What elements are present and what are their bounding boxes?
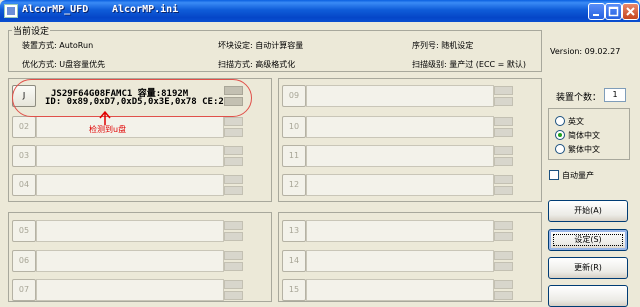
progress-bar xyxy=(224,175,243,184)
scan-level-text: 扫描级别: 量产过 (ECC = 默认) xyxy=(412,60,527,69)
start-button[interactable]: 开始(A) xyxy=(548,200,628,222)
progress-bar xyxy=(494,291,513,300)
progress-bar xyxy=(224,128,243,137)
minimize-button[interactable] xyxy=(588,3,605,20)
progress-bar xyxy=(494,186,513,195)
device-info-field xyxy=(306,174,494,196)
config-file-name: AlcorMP.ini xyxy=(112,4,179,15)
progress-bar xyxy=(494,86,513,95)
progress-bar xyxy=(494,232,513,241)
app-icon[interactable] xyxy=(4,4,18,18)
port-button[interactable]: 15 xyxy=(282,279,306,301)
device-info-field xyxy=(36,250,224,272)
progress-bar xyxy=(494,128,513,137)
serial-text: 序列号: 随机设定 xyxy=(412,41,474,50)
radio-simplified-chinese[interactable] xyxy=(555,130,565,140)
progress-bar xyxy=(494,146,513,155)
version-text: Version: 09.02.27 xyxy=(550,47,621,56)
device-info-field xyxy=(306,220,494,242)
maximize-button[interactable] xyxy=(605,3,622,20)
progress-bar xyxy=(494,117,513,126)
refresh-button[interactable]: 更新(R) xyxy=(548,257,628,279)
progress-bar xyxy=(224,251,243,260)
progress-bar xyxy=(494,251,513,260)
auto-production-checkbox[interactable] xyxy=(549,170,559,180)
progress-bar xyxy=(224,280,243,289)
device-info-field xyxy=(306,116,494,138)
window-title: AlcorMP_UFD xyxy=(22,4,89,15)
port-button[interactable]: 05 xyxy=(12,220,36,242)
progress-bar xyxy=(224,291,243,300)
port-button[interactable]: 14 xyxy=(282,250,306,272)
port-button[interactable]: 13 xyxy=(282,220,306,242)
port-button[interactable]: 09 xyxy=(282,85,306,107)
device-info-field xyxy=(36,174,224,196)
device-info-field xyxy=(36,220,224,242)
progress-bar xyxy=(224,186,243,195)
minimize-icon xyxy=(593,14,599,16)
device-info-field xyxy=(306,250,494,272)
install-mode-text: 装置方式: AutoRun xyxy=(22,41,94,50)
progress-bar xyxy=(224,262,243,271)
port-button[interactable]: 07 xyxy=(12,279,36,301)
progress-bar xyxy=(224,146,243,155)
current-settings-label: 当前设定 xyxy=(12,24,51,37)
progress-bar xyxy=(224,221,243,230)
device-info-field xyxy=(306,145,494,167)
close-button[interactable] xyxy=(622,3,639,20)
port-button[interactable]: 03 xyxy=(12,145,36,167)
device-info-field xyxy=(36,116,224,138)
device-info-field xyxy=(306,85,494,107)
annotation-text: 检测到u盘 xyxy=(89,125,127,134)
port-button[interactable]: 12 xyxy=(282,174,306,196)
port-button[interactable]: 06 xyxy=(12,250,36,272)
progress-bar xyxy=(494,157,513,166)
progress-bar xyxy=(224,117,243,126)
settings-button[interactable]: 设定(S) xyxy=(548,229,628,251)
extra-button[interactable] xyxy=(548,285,628,307)
option-simplified-chinese-label: 简体中文 xyxy=(568,131,600,140)
device-count-field[interactable]: 1 xyxy=(604,88,626,102)
progress-bar xyxy=(494,97,513,106)
annotation-highlight xyxy=(12,79,252,117)
port-button[interactable]: 04 xyxy=(12,174,36,196)
progress-bar xyxy=(494,175,513,184)
auto-production-label: 自动量产 xyxy=(562,171,594,180)
option-english-label: 英文 xyxy=(568,117,584,126)
bad-block-text: 坏块设定: 自动计算容量 xyxy=(218,41,304,50)
port-button[interactable]: 02 xyxy=(12,116,36,138)
scan-mode-text: 扫描方式: 高级格式化 xyxy=(218,60,296,69)
port-button[interactable]: 11 xyxy=(282,145,306,167)
progress-bar xyxy=(494,262,513,271)
progress-bar xyxy=(224,232,243,241)
device-count-label: 装置个数： xyxy=(556,93,602,103)
progress-bar xyxy=(224,157,243,166)
close-icon xyxy=(626,7,635,16)
progress-bar xyxy=(494,280,513,289)
optimize-mode-text: 优化方式: U盘容量优先 xyxy=(22,60,106,69)
title-bar[interactable]: AlcorMP_UFD AlcorMP.ini xyxy=(0,0,640,22)
port-button[interactable]: 10 xyxy=(282,116,306,138)
option-traditional-chinese-label: 繁体中文 xyxy=(568,145,600,154)
device-info-field xyxy=(306,279,494,301)
radio-traditional-chinese[interactable] xyxy=(555,144,565,154)
maximize-icon xyxy=(608,6,619,17)
device-info-field xyxy=(36,145,224,167)
radio-english[interactable] xyxy=(555,116,565,126)
progress-bar xyxy=(494,221,513,230)
device-info-field xyxy=(36,279,224,301)
